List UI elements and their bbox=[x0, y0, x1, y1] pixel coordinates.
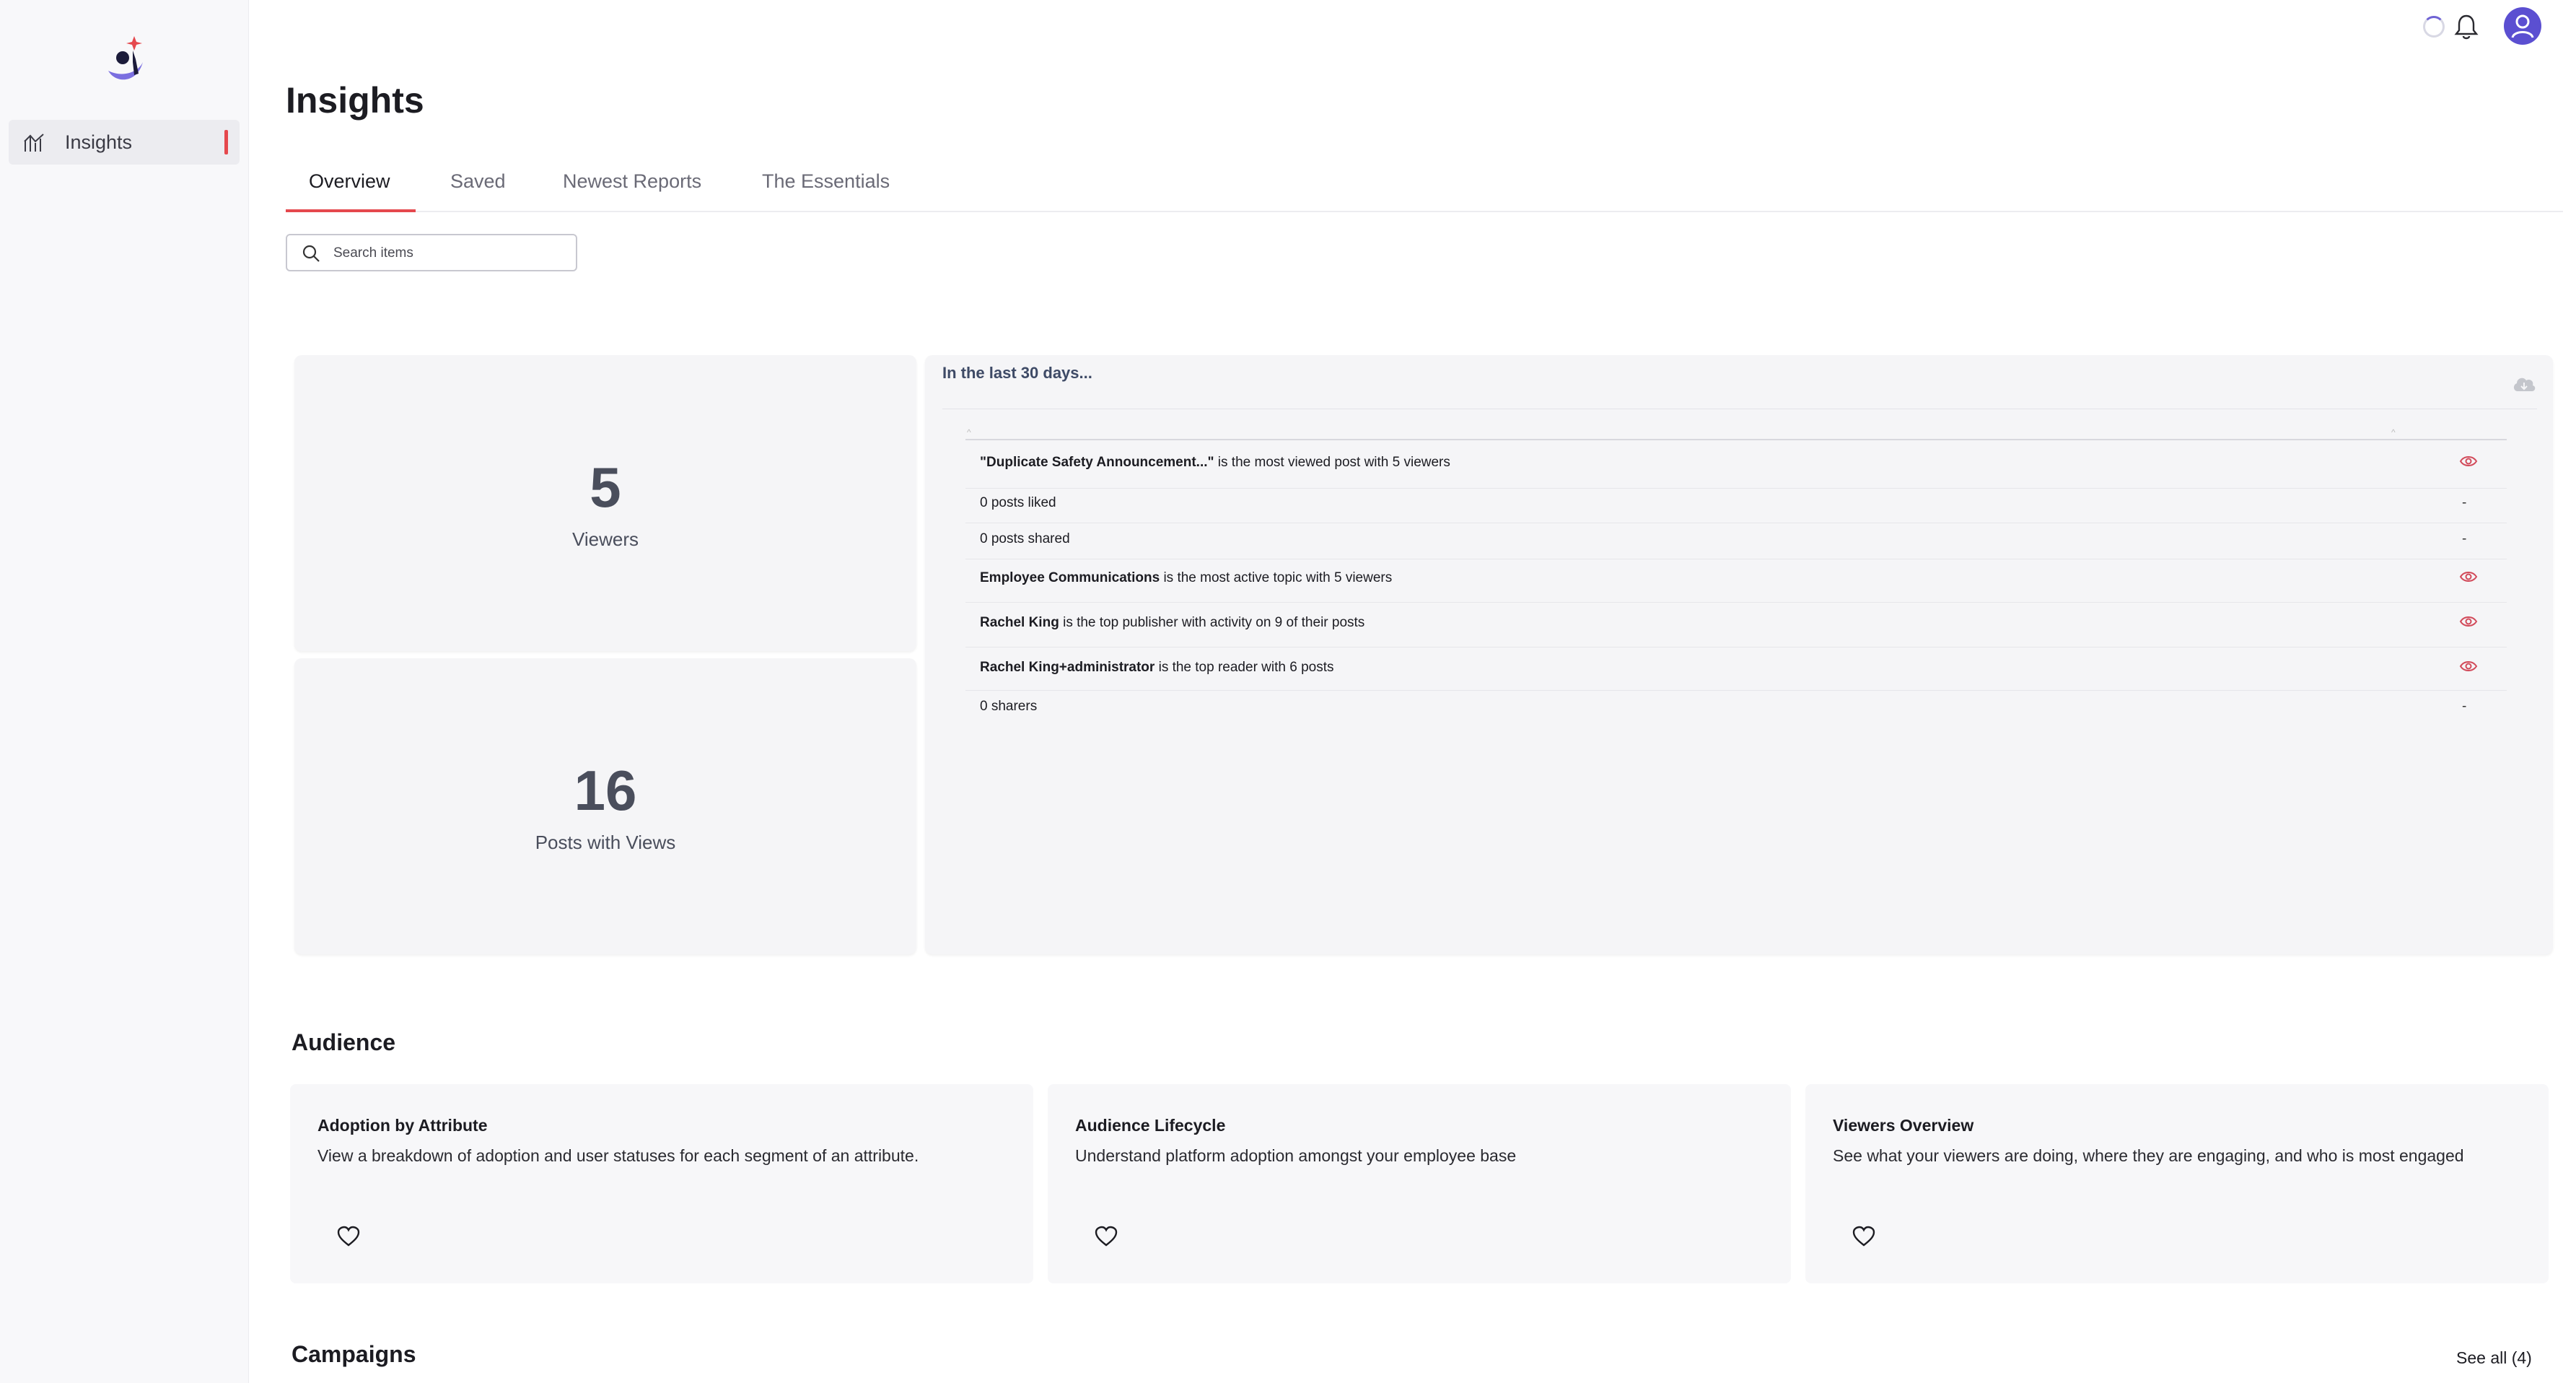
search-icon bbox=[302, 245, 320, 262]
tab-overview[interactable]: Overview bbox=[309, 170, 390, 213]
stat-card-posts-with-views: 16 Posts with Views bbox=[294, 658, 916, 954]
insight-row: 0 posts liked - bbox=[980, 495, 2507, 511]
card-title: Viewers Overview bbox=[1833, 1116, 1974, 1135]
no-action: - bbox=[2462, 699, 2467, 714]
sort-caret-icon[interactable]: ^ bbox=[967, 427, 971, 437]
favorite-heart-icon[interactable] bbox=[1094, 1226, 1118, 1247]
card-description: See what your viewers are doing, where t… bbox=[1833, 1146, 2464, 1165]
table-header-line bbox=[965, 439, 2507, 440]
favorite-heart-icon[interactable] bbox=[1852, 1226, 1876, 1247]
eye-icon[interactable] bbox=[2459, 658, 2478, 674]
insight-row: "Duplicate Safety Announcement..." is th… bbox=[980, 455, 2507, 471]
section-title-audience: Audience bbox=[292, 1029, 396, 1055]
stat-label: Viewers bbox=[571, 528, 639, 550]
insight-text: is the top publisher with activity on 9 … bbox=[1059, 615, 1365, 630]
eye-icon[interactable] bbox=[2459, 569, 2478, 585]
stat-card-viewers: 5 Viewers bbox=[294, 355, 916, 651]
insight-highlight: Rachel King+administrator bbox=[980, 660, 1155, 675]
loading-spinner-icon bbox=[2423, 16, 2445, 38]
eye-icon[interactable] bbox=[2459, 614, 2478, 629]
insight-text: is the top reader with 6 posts bbox=[1155, 660, 1334, 675]
bell-icon[interactable] bbox=[2453, 13, 2479, 40]
no-action: - bbox=[2462, 495, 2467, 510]
user-avatar[interactable] bbox=[2504, 7, 2541, 45]
no-action: - bbox=[2462, 531, 2467, 546]
report-card-adoption-by-attribute[interactable]: Adoption by Attribute View a breakdown o… bbox=[290, 1084, 1033, 1283]
insight-row: 0 sharers - bbox=[980, 699, 2507, 715]
report-card-viewers-overview[interactable]: Viewers Overview See what your viewers a… bbox=[1805, 1084, 2549, 1283]
sort-caret-icon[interactable]: ^ bbox=[2391, 427, 2396, 437]
cloud-download-icon[interactable] bbox=[2511, 374, 2537, 394]
card-title: Audience Lifecycle bbox=[1075, 1116, 1226, 1135]
app-logo[interactable] bbox=[101, 33, 149, 85]
insight-row: Rachel King is the top publisher with ac… bbox=[980, 615, 2507, 631]
favorite-heart-icon[interactable] bbox=[336, 1226, 361, 1247]
chart-icon bbox=[24, 134, 44, 152]
insight-row: Rachel King+administrator is the top rea… bbox=[980, 660, 2507, 676]
insight-row: 0 posts shared - bbox=[980, 531, 2507, 547]
insight-text: is the most viewed post with 5 viewers bbox=[1214, 455, 1450, 470]
row-divider bbox=[965, 602, 2507, 603]
sidebar-item-label: Insights bbox=[65, 131, 133, 153]
sidebar-item-insights[interactable]: Insights bbox=[9, 120, 240, 165]
insights-summary-panel: In the last 30 days... ^ ^ "Duplicate Sa… bbox=[925, 355, 2553, 954]
card-title: Adoption by Attribute bbox=[317, 1116, 488, 1135]
search-input[interactable] bbox=[333, 243, 564, 264]
insight-row: Employee Communications is the most acti… bbox=[980, 570, 2507, 586]
active-indicator bbox=[224, 130, 228, 154]
insight-text: 0 posts shared bbox=[980, 531, 1070, 546]
sidebar: Insights bbox=[0, 0, 249, 1383]
page-title: Insights bbox=[286, 80, 424, 121]
section-title-campaigns: Campaigns bbox=[292, 1341, 416, 1367]
insight-highlight: Employee Communications bbox=[980, 570, 1160, 585]
insight-highlight: Rachel King bbox=[980, 615, 1059, 630]
user-icon bbox=[2511, 14, 2534, 38]
insight-text: is the most active topic with 5 viewers bbox=[1160, 570, 1393, 585]
row-divider bbox=[965, 488, 2507, 489]
tab-saved[interactable]: Saved bbox=[450, 170, 506, 213]
card-description: View a breakdown of adoption and user st… bbox=[317, 1146, 919, 1165]
card-description: Understand platform adoption amongst you… bbox=[1075, 1146, 1517, 1165]
active-tab-indicator bbox=[286, 209, 416, 212]
eye-icon[interactable] bbox=[2459, 453, 2478, 469]
search-box[interactable] bbox=[286, 234, 577, 271]
insight-highlight: "Duplicate Safety Announcement..." bbox=[980, 455, 1214, 470]
panel-title: In the last 30 days... bbox=[942, 364, 1092, 382]
report-card-audience-lifecycle[interactable]: Audience Lifecycle Understand platform a… bbox=[1048, 1084, 1791, 1283]
row-divider bbox=[965, 690, 2507, 691]
tab-bar: Overview Saved Newest Reports The Essent… bbox=[286, 162, 2563, 212]
stat-value: 16 bbox=[574, 759, 637, 822]
insight-text: 0 sharers bbox=[980, 699, 1038, 714]
stat-label: Posts with Views bbox=[535, 832, 676, 853]
tab-the-essentials[interactable]: The Essentials bbox=[762, 170, 890, 213]
tab-newest-reports[interactable]: Newest Reports bbox=[563, 170, 701, 213]
stat-value: 5 bbox=[590, 455, 621, 519]
insight-text: 0 posts liked bbox=[980, 495, 1056, 510]
see-all-link[interactable]: See all (4) bbox=[2456, 1348, 2532, 1368]
